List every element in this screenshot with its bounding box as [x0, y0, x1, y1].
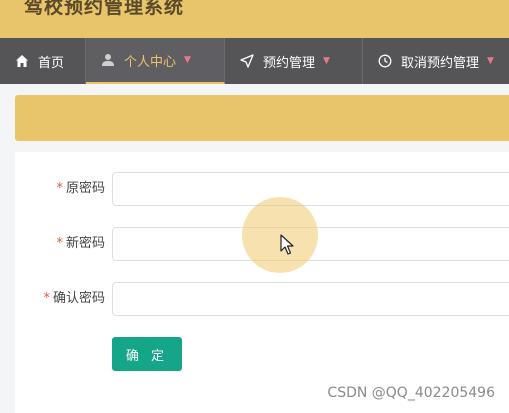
old-password-field[interactable] [112, 172, 509, 206]
user-icon [100, 52, 116, 68]
confirm-password-row: * 确认密码 [15, 282, 509, 316]
confirm-password-label: * 确认密码 [43, 291, 105, 306]
breadcrumb-strip [15, 95, 509, 141]
nav-item-label: 个人中心 [124, 54, 177, 70]
nav-item-cancel-booking-management[interactable]: 取消预约管理 ▼ [363, 38, 509, 84]
send-icon [239, 53, 255, 69]
top-banner: 驾校预约管理系统 [0, 0, 509, 38]
nav-item-label: 首页 [38, 55, 65, 71]
app-title: 驾校预约管理系统 [24, 0, 185, 18]
mouse-cursor-icon [280, 234, 294, 256]
watermark-text: CSDN @QQ_402205496 [327, 385, 495, 401]
new-password-label: * 新密码 [56, 236, 105, 251]
nav-item-label: 取消预约管理 [401, 55, 480, 71]
clock-icon [377, 53, 393, 69]
old-password-label: * 原密码 [56, 181, 105, 196]
nav-item-personal-center[interactable]: 个人中心 ▼ [86, 38, 225, 84]
nav-item-booking-management[interactable]: 预约管理 ▼ [225, 38, 363, 84]
home-icon [14, 53, 30, 69]
chevron-down-icon: ▼ [184, 55, 191, 65]
main-navbar: 首页 个人中心 ▼ 预约管理 ▼ 取消预约管理 ▼ [0, 38, 509, 84]
chevron-down-icon: ▼ [323, 56, 330, 66]
chevron-down-icon: ▼ [487, 56, 494, 66]
change-password-form: * 原密码 * 新密码 * 确认密码 确 定 [15, 152, 509, 413]
nav-item-home[interactable]: 首页 [0, 38, 86, 84]
confirm-button[interactable]: 确 定 [112, 337, 182, 371]
nav-item-label: 预约管理 [263, 55, 316, 71]
confirm-password-field[interactable] [112, 282, 509, 316]
